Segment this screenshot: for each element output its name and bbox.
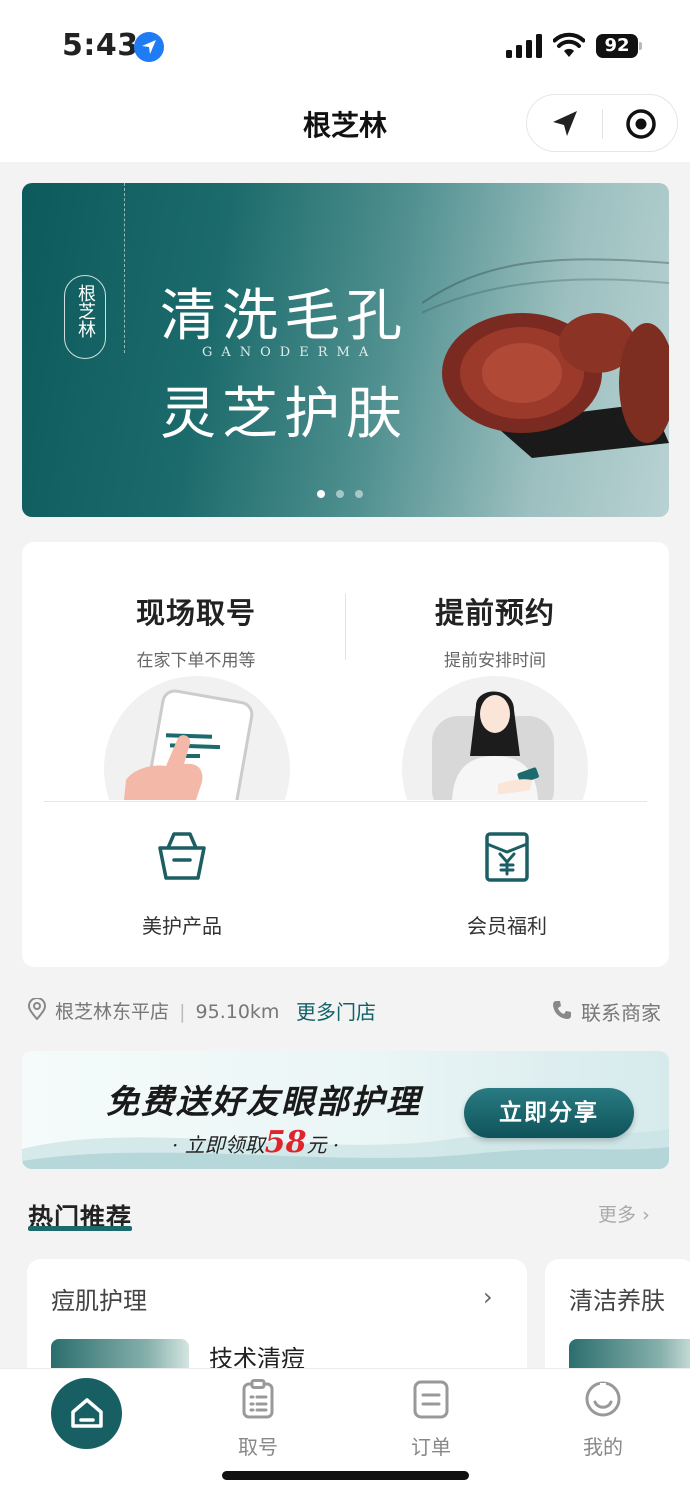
battery-indicator: 92	[596, 34, 642, 58]
store-name: 根芝林东平店	[55, 1001, 170, 1023]
basket-icon	[158, 832, 206, 880]
miniprogram-capsule	[526, 94, 678, 152]
chevron-right-icon[interactable]: ›	[483, 1283, 493, 1311]
tab-label: 订单	[411, 1435, 451, 1459]
nav-bar: 根芝林	[0, 90, 690, 162]
banner-headline-1: 清洗毛孔	[160, 284, 408, 349]
hot-more-link[interactable]: 更多 ›	[598, 1200, 650, 1227]
tab-bar: 取号 订单 我的	[0, 1368, 690, 1493]
onsite-queue-service[interactable]: 现场取号 在家下单不用等	[46, 590, 346, 671]
store-name-distance: 根芝林东平店 | 95.10km	[55, 1001, 280, 1023]
tab-mine[interactable]: 我的	[563, 1379, 643, 1460]
phone-icon[interactable]	[552, 1000, 572, 1020]
service-subtitle: 提前安排时间	[444, 651, 546, 671]
close-target-icon[interactable]	[623, 107, 659, 141]
store-distance: 95.10km	[195, 1001, 280, 1023]
service-subtitle: 在家下单不用等	[136, 651, 256, 671]
promo-sub-suffix: 元 ·	[306, 1133, 340, 1157]
banner-pagination	[317, 483, 374, 502]
tab-queue[interactable]: 取号	[218, 1379, 298, 1460]
tab-home[interactable]	[51, 1378, 122, 1449]
product-card-title: 清洁养肤	[569, 1287, 665, 1315]
brand-seal-logo: 根芝林	[64, 275, 106, 359]
navigation-arrow-icon[interactable]	[547, 107, 583, 141]
share-promo-banner[interactable]: 免费送好友眼部护理 · 立即领取58元 · 立即分享	[22, 1051, 669, 1169]
service-title: 提前预约	[434, 596, 555, 630]
promo-amount: 58	[264, 1125, 307, 1160]
order-document-icon	[413, 1380, 449, 1419]
banner-english: GANODERMA	[202, 345, 378, 360]
tab-orders[interactable]: 订单	[391, 1379, 471, 1460]
share-now-button[interactable]: 立即分享	[464, 1088, 634, 1138]
phone-tap-illustration	[104, 676, 290, 800]
promo-sub-prefix: · 立即领取	[172, 1133, 265, 1157]
product-card-title: 痘肌护理	[51, 1287, 147, 1315]
location-arrow-icon	[134, 32, 164, 62]
location-pin-icon	[28, 998, 46, 1020]
hot-more-label: 更多	[598, 1204, 637, 1226]
smiley-profile-icon	[585, 1381, 621, 1417]
member-benefits-link[interactable]: 会员福利	[407, 830, 607, 939]
reservation-service[interactable]: 提前预约 提前安排时间	[345, 590, 645, 671]
woman-phone-illustration	[402, 676, 588, 800]
quick-link-label: 会员福利	[467, 914, 547, 938]
store-bar: 根芝林东平店 | 95.10km 更多门店 联系商家	[0, 990, 690, 1030]
service-card: 现场取号 在家下单不用等 提前预约 提前安排时间 美护产品 会员福利	[22, 542, 669, 967]
tab-label: 我的	[583, 1435, 623, 1459]
lingzhi-mushroom-illustration	[422, 258, 669, 458]
banner-headline-2: 灵芝护肤	[160, 382, 408, 447]
wifi-icon	[553, 32, 585, 57]
clipboard-list-icon	[242, 1379, 274, 1419]
service-title: 现场取号	[135, 596, 256, 630]
battery-level: 92	[596, 34, 638, 58]
tab-label: 取号	[238, 1435, 278, 1459]
status-time: 5:43	[62, 28, 139, 63]
yuan-envelope-icon	[485, 832, 529, 882]
quick-link-label: 美护产品	[142, 914, 222, 938]
promo-headline: 免费送好友眼部护理	[106, 1082, 421, 1121]
home-icon	[71, 1398, 103, 1428]
promo-banner[interactable]: 根芝林 清洗毛孔 GANODERMA 灵芝护肤	[22, 183, 669, 517]
chevron-right-icon: ›	[642, 1204, 650, 1226]
promo-subline: · 立即领取58元 ·	[172, 1125, 339, 1160]
beauty-products-link[interactable]: 美护产品	[82, 830, 282, 939]
brand-seal-text: 根芝林	[75, 284, 96, 338]
more-stores-link[interactable]: 更多门店	[296, 996, 376, 1025]
cellular-signal-icon	[506, 34, 542, 58]
contact-merchant-link[interactable]: 联系商家	[581, 997, 661, 1026]
status-bar: 5:43 92	[0, 0, 690, 90]
home-indicator	[222, 1471, 469, 1480]
